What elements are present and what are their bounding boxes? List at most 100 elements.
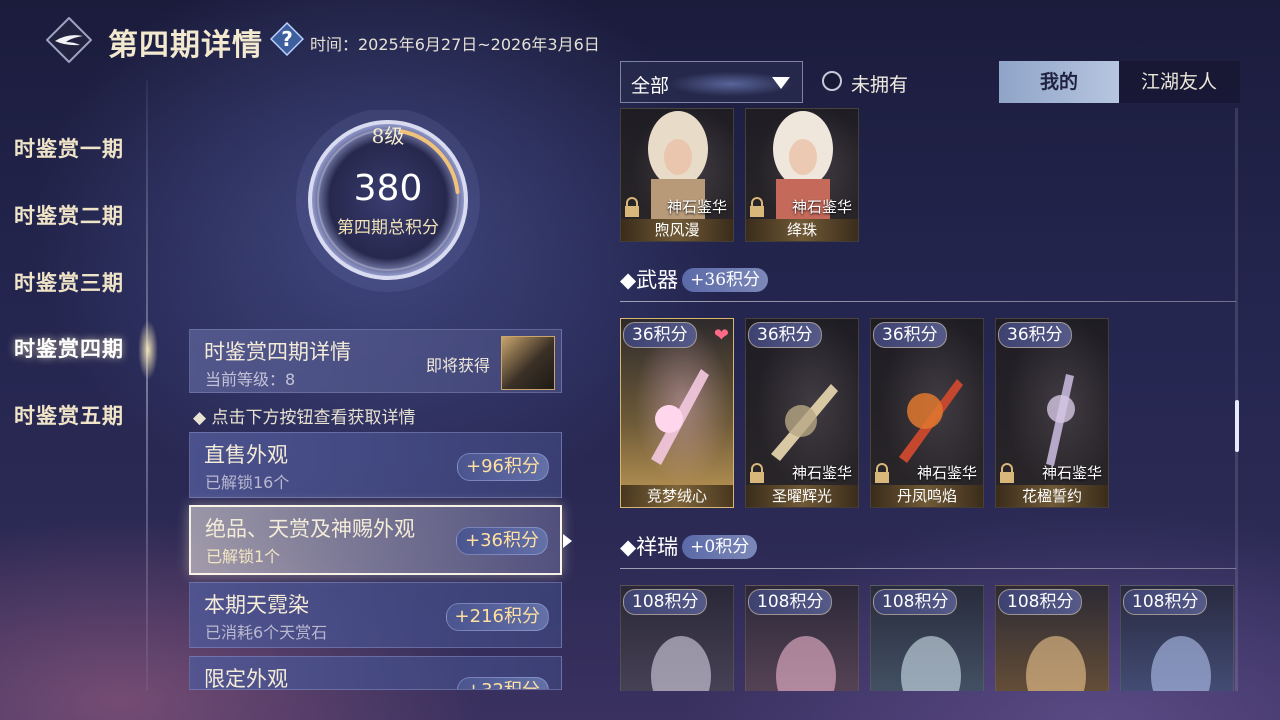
current-level: 当前等级：8: [205, 370, 296, 389]
panel-points: +36积分: [456, 527, 548, 555]
panel-points: +216积分: [445, 603, 549, 631]
weapon-name: 圣曜辉光: [746, 485, 858, 507]
cost-badge: 36积分: [623, 322, 697, 348]
panel-subtitle: 已解锁1个: [206, 547, 281, 566]
chevron-down-icon: [772, 77, 790, 89]
scrollbar-thumb[interactable]: [1235, 400, 1239, 452]
total-score: 380: [353, 168, 423, 209]
weapon-name: 花楹誓约: [996, 485, 1108, 507]
period-details-panel[interactable]: 时鉴赏四期详情 当前等级：8 即将获得: [189, 329, 562, 393]
cost-badge: 36积分: [873, 322, 947, 348]
panel-subtitle: 已解锁16个: [205, 473, 290, 492]
weapon-art: [1046, 374, 1075, 466]
lock-icon: [750, 197, 764, 217]
cost-badge: 108积分: [873, 589, 958, 615]
tab-mine[interactable]: 我的: [999, 61, 1119, 103]
unowned-radio[interactable]: [822, 71, 842, 91]
help-icon[interactable]: ?: [270, 22, 304, 56]
heart-icon[interactable]: ❤: [714, 325, 729, 346]
section-title: 祥瑞: [636, 535, 679, 559]
mount-card[interactable]: 108积分: [620, 585, 734, 691]
panel-direct-sale[interactable]: 直售外观 已解锁16个 +96积分: [189, 432, 562, 498]
collection-scroll-area[interactable]: 神石鉴华 煦风漫 神石鉴华 绛珠 ◆武器 +36积分 36积分 ❤ 竞梦绒心 36…: [612, 108, 1238, 691]
brand-label: 神石鉴华: [916, 464, 977, 482]
outfit-name: 绛珠: [746, 219, 858, 241]
mount-art: [651, 636, 711, 691]
panel-title: 绝品、天赏及神赐外观: [205, 517, 415, 541]
owner-tabs: 我的 江湖友人: [999, 61, 1240, 103]
section-divider: [620, 301, 1236, 302]
panel-title: 直售外观: [204, 443, 288, 467]
brand-label: 神石鉴华: [1041, 464, 1102, 482]
outfit-card[interactable]: 神石鉴华 绛珠: [745, 108, 859, 242]
panel-limited[interactable]: 限定外观 +32积分: [189, 656, 562, 690]
details-title: 时鉴赏四期详情: [204, 340, 351, 364]
nav-item-period-3[interactable]: 时鉴赏三期: [14, 267, 124, 297]
mount-card[interactable]: 108积分: [745, 585, 859, 691]
section-title: 武器: [636, 268, 679, 292]
filter-dropdown[interactable]: 全部: [620, 61, 803, 103]
weapon-art: [771, 384, 838, 461]
weapon-name: 丹凤鸣焰: [871, 485, 983, 507]
tab-friends[interactable]: 江湖友人: [1119, 61, 1239, 103]
event-time: 时间：2025年6月27日~2026年3月6日: [310, 35, 600, 54]
weapon-card[interactable]: 36积分 神石鉴华 花楹誓约: [995, 318, 1109, 508]
weapon-card[interactable]: 36积分 ❤ 竞梦绒心: [620, 318, 734, 508]
outfit-name: 煦风漫: [621, 219, 733, 241]
back-logo-icon[interactable]: [46, 17, 92, 63]
cost-badge: 108积分: [623, 589, 708, 615]
filter-value: 全部: [631, 75, 670, 97]
section-points: +0积分: [682, 535, 758, 559]
section-divider: [620, 568, 1236, 569]
cost-badge: 108积分: [998, 589, 1083, 615]
nav-item-period-2[interactable]: 时鉴赏二期: [14, 200, 124, 230]
reward-thumbnail[interactable]: [501, 336, 555, 390]
lock-icon: [875, 463, 889, 483]
panel-points: +96积分: [457, 453, 549, 481]
section-auspicious: ◆祥瑞 +0积分: [620, 531, 758, 561]
mount-art: [901, 636, 961, 691]
total-score-label: 第四期总积分: [337, 218, 439, 238]
cost-badge: 108积分: [1123, 589, 1208, 615]
panel-premium-outfits[interactable]: 绝品、天赏及神赐外观 已解锁1个 +36积分: [189, 505, 562, 575]
cost-badge: 108积分: [748, 589, 833, 615]
weapon-card[interactable]: 36积分 神石鉴华 圣曜辉光: [745, 318, 859, 508]
lock-icon: [625, 197, 639, 217]
cost-badge: 36积分: [748, 322, 822, 348]
section-points: +36积分: [682, 268, 769, 292]
lock-icon: [1000, 463, 1014, 483]
panel-dye[interactable]: 本期天霓染 已消耗6个天赏石 +216积分: [189, 582, 562, 648]
weapon-name: 竞梦绒心: [621, 485, 733, 507]
selected-arrow-icon: [563, 534, 572, 548]
mount-card[interactable]: 108积分: [870, 585, 984, 691]
nav-divider: [146, 80, 148, 690]
nav-item-period-1[interactable]: 时鉴赏一期: [14, 133, 124, 163]
svg-text:?: ?: [281, 27, 293, 51]
hint-label: 点击下方按钮查看获取详情: [211, 408, 416, 428]
nav-item-period-4[interactable]: 时鉴赏四期: [14, 333, 124, 363]
panel-subtitle: 已消耗6个天赏石: [205, 623, 328, 642]
brand-label: 神石鉴华: [791, 198, 852, 216]
panel-title: 本期天霓染: [204, 593, 309, 617]
unowned-label[interactable]: 未拥有: [851, 70, 908, 97]
mount-art: [776, 636, 836, 691]
panel-points: +32积分: [457, 677, 549, 689]
weapon-art: [899, 379, 963, 463]
weapon-art: [651, 369, 709, 465]
brand-label: 神石鉴华: [791, 464, 852, 482]
lock-icon: [750, 463, 764, 483]
level-label: 8级: [371, 124, 405, 148]
panel-title: 限定外观: [204, 667, 288, 690]
mount-card[interactable]: 108积分: [995, 585, 1109, 691]
mount-card[interactable]: 108积分: [1120, 585, 1234, 691]
section-weapons: ◆武器 +36积分: [620, 264, 769, 294]
nav-active-glow: [138, 320, 158, 380]
nav-item-period-5[interactable]: 时鉴赏五期: [14, 400, 124, 430]
cost-badge: 36积分: [998, 322, 1072, 348]
hint-text: ◆ 点击下方按钮查看获取详情: [193, 408, 416, 428]
mount-art: [1151, 636, 1211, 691]
outfit-card[interactable]: 神石鉴华 煦风漫: [620, 108, 734, 242]
weapon-card[interactable]: 36积分 神石鉴华 丹凤鸣焰: [870, 318, 984, 508]
mount-art: [1026, 636, 1086, 691]
brand-label: 神石鉴华: [666, 198, 727, 216]
